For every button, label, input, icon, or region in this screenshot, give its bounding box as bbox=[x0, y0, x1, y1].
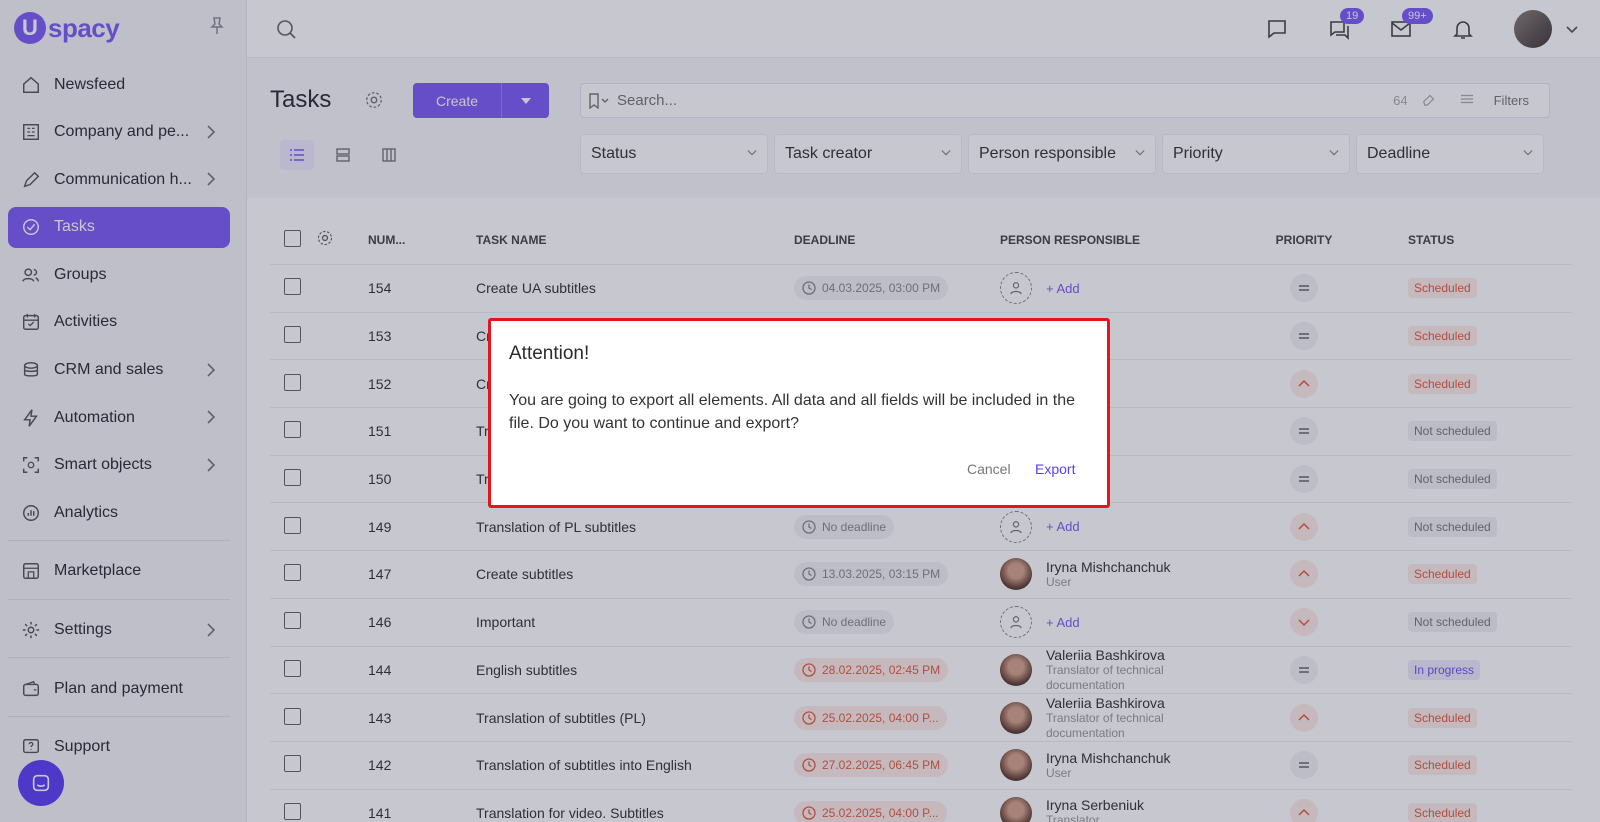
cancel-button[interactable]: Cancel bbox=[967, 461, 1011, 477]
export-button[interactable]: Export bbox=[1035, 461, 1075, 477]
export-confirm-dialog: Attention! You are going to export all e… bbox=[488, 318, 1110, 508]
dialog-message: You are going to export all elements. Al… bbox=[509, 392, 1075, 432]
dialog-title: Attention! bbox=[509, 343, 590, 364]
